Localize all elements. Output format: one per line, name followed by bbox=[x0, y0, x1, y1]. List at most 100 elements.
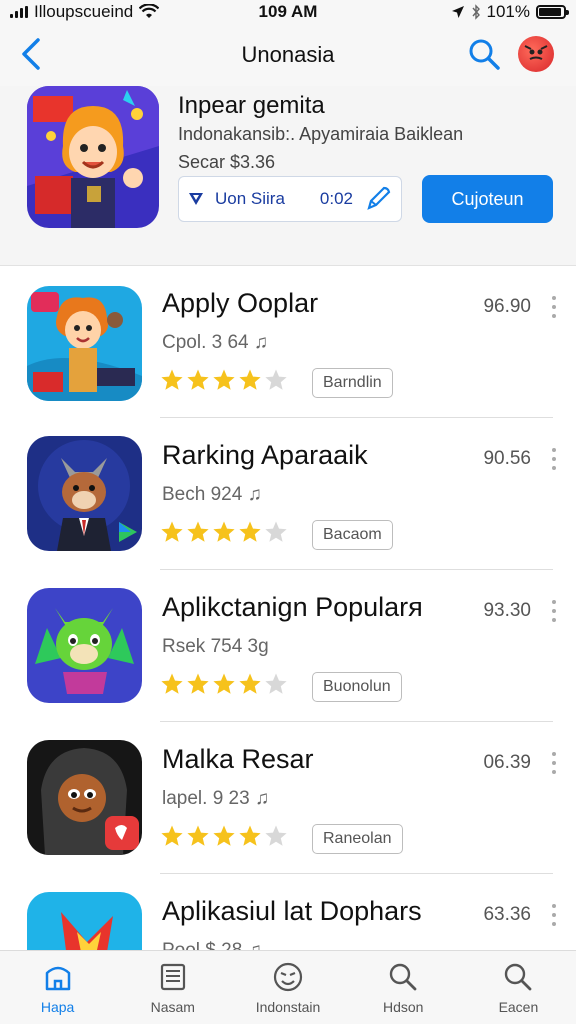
status-left: Illoupscueind bbox=[10, 2, 160, 22]
more-icon[interactable] bbox=[550, 752, 558, 774]
tab-label: Hdson bbox=[382, 999, 424, 1015]
app-name: Apply Ooplar bbox=[162, 288, 319, 318]
app-tag[interactable]: Bacaom bbox=[312, 520, 393, 550]
star-rating bbox=[160, 368, 288, 392]
signal-icon bbox=[10, 6, 28, 18]
list-item[interactable]: Aplikasiul lat Dophars Pool $ 28 ♫ 63.36 bbox=[0, 874, 576, 950]
featured-price: Secar $3.36 bbox=[178, 152, 276, 172]
app-meta: Cpol. 3 64 ♫ bbox=[162, 332, 269, 353]
tab-search[interactable]: Hdson bbox=[346, 951, 461, 1024]
face-icon bbox=[273, 962, 303, 992]
shield-icon bbox=[189, 193, 203, 205]
search-icon bbox=[390, 963, 417, 991]
location-arrow-icon bbox=[451, 6, 464, 18]
star-icon bbox=[187, 369, 209, 390]
avatar-face-icon bbox=[524, 45, 548, 60]
status-right: 101% bbox=[451, 2, 569, 22]
star-icon bbox=[239, 825, 261, 846]
star-icon bbox=[161, 369, 183, 390]
pencil-icon bbox=[367, 186, 391, 210]
featured-pill[interactable]: Uon Siira 0:02 bbox=[178, 176, 402, 222]
list-item[interactable]: Aplikctanign Popularя Rsek 754 3g Buonol… bbox=[0, 570, 576, 722]
star-icon bbox=[213, 369, 235, 390]
app-price: 63.36 bbox=[483, 904, 531, 925]
avatar-icon[interactable] bbox=[518, 36, 554, 72]
star-icon bbox=[239, 521, 261, 542]
app-name: Rarking Aparaaik bbox=[162, 440, 368, 470]
tab-indonesia[interactable]: Indonstain bbox=[230, 951, 345, 1024]
star-icon bbox=[239, 673, 261, 694]
star-icon bbox=[213, 673, 235, 694]
app-meta: Rsek 754 3g bbox=[162, 636, 269, 657]
star-icon bbox=[265, 825, 287, 846]
search-icon bbox=[505, 963, 532, 991]
star-rating bbox=[160, 824, 288, 848]
star-icon bbox=[213, 521, 235, 542]
app-price: 93.30 bbox=[483, 600, 531, 621]
app-name: Malka Resar bbox=[162, 744, 314, 774]
battery-percent: 101% bbox=[486, 2, 530, 21]
app-meta: lapel. 9 23 ♫ bbox=[162, 788, 270, 809]
bluetooth-icon bbox=[471, 4, 480, 20]
star-rating bbox=[160, 672, 288, 696]
page-title: Unonasia bbox=[241, 42, 335, 67]
more-icon[interactable] bbox=[550, 600, 558, 622]
list-item[interactable]: Malka Resar lapel. 9 23 ♫ Raneolan 06.39 bbox=[0, 722, 576, 874]
star-icon bbox=[187, 521, 209, 542]
featured-app-icon[interactable] bbox=[27, 86, 159, 228]
featured-get-button[interactable]: Cujoteun bbox=[422, 175, 553, 223]
list-item[interactable]: Apply Ooplar Cpol. 3 64 ♫ Barndlin 96.90 bbox=[0, 266, 576, 418]
home-icon bbox=[45, 966, 70, 991]
carrier-label: Illoupscueind bbox=[34, 2, 134, 21]
app-icon[interactable] bbox=[27, 588, 142, 703]
tab-label: Eacen bbox=[498, 999, 539, 1015]
chevron-left-icon[interactable] bbox=[16, 36, 48, 72]
star-icon bbox=[265, 521, 287, 542]
featured-title: Inpear gemita bbox=[178, 92, 325, 119]
star-icon bbox=[187, 673, 209, 694]
nav-bar: Unonasia bbox=[0, 24, 576, 86]
tab-label: Indonstain bbox=[255, 999, 321, 1015]
status-bar: Illoupscueind 109 AM 101% bbox=[0, 0, 576, 24]
star-icon bbox=[239, 369, 261, 390]
more-icon[interactable] bbox=[550, 904, 558, 926]
document-icon bbox=[160, 963, 185, 991]
more-icon[interactable] bbox=[550, 296, 558, 318]
app-name: Aplikasiul lat Dophars bbox=[162, 896, 422, 926]
search-icon[interactable] bbox=[466, 36, 502, 72]
featured-pill-label: Uon Siira bbox=[215, 189, 285, 208]
app-list: Apply Ooplar Cpol. 3 64 ♫ Barndlin 96.90 bbox=[0, 266, 576, 950]
star-icon bbox=[187, 825, 209, 846]
app-tag[interactable]: Barndlin bbox=[312, 368, 393, 398]
tab-label: Nasam bbox=[150, 999, 195, 1015]
featured-subtitle: Indonakansib:. Apyamiraia Baiklean bbox=[178, 124, 464, 144]
app-icon[interactable] bbox=[27, 436, 142, 551]
star-rating bbox=[160, 520, 288, 544]
battery-icon bbox=[536, 5, 569, 19]
app-icon[interactable] bbox=[27, 286, 142, 401]
tab-documents[interactable]: Nasam bbox=[115, 951, 230, 1024]
app-price: 96.90 bbox=[483, 296, 531, 317]
battery-fill bbox=[539, 8, 561, 16]
app-meta: Bech 924 ♫ bbox=[162, 484, 262, 505]
star-icon bbox=[265, 369, 287, 390]
star-icon bbox=[161, 521, 183, 542]
app-icon[interactable] bbox=[27, 740, 142, 855]
app-icon[interactable] bbox=[27, 892, 142, 950]
app-name: Aplikctanign Popularя bbox=[162, 592, 423, 622]
tab-home[interactable]: Hapa bbox=[0, 951, 115, 1024]
tab-bar: Hapa Nasam Indonstain Hdson Eacen bbox=[0, 950, 576, 1024]
star-icon bbox=[161, 673, 183, 694]
star-icon bbox=[213, 825, 235, 846]
app-price: 90.56 bbox=[483, 448, 531, 469]
app-tag[interactable]: Raneolan bbox=[312, 824, 403, 854]
more-icon[interactable] bbox=[550, 448, 558, 470]
star-icon bbox=[265, 673, 287, 694]
clock: 109 AM bbox=[258, 2, 318, 21]
list-item[interactable]: Rarking Aparaaik Bech 924 ♫ Bacaom 90.56 bbox=[0, 418, 576, 570]
wifi-icon bbox=[139, 4, 160, 18]
app-meta: Pool $ 28 ♫ bbox=[162, 940, 262, 950]
app-tag[interactable]: Buonolun bbox=[312, 672, 402, 702]
tab-search-2[interactable]: Eacen bbox=[461, 951, 576, 1024]
featured-card[interactable]: Inpear gemita Indonakansib:. Apyamiraia … bbox=[0, 86, 576, 266]
